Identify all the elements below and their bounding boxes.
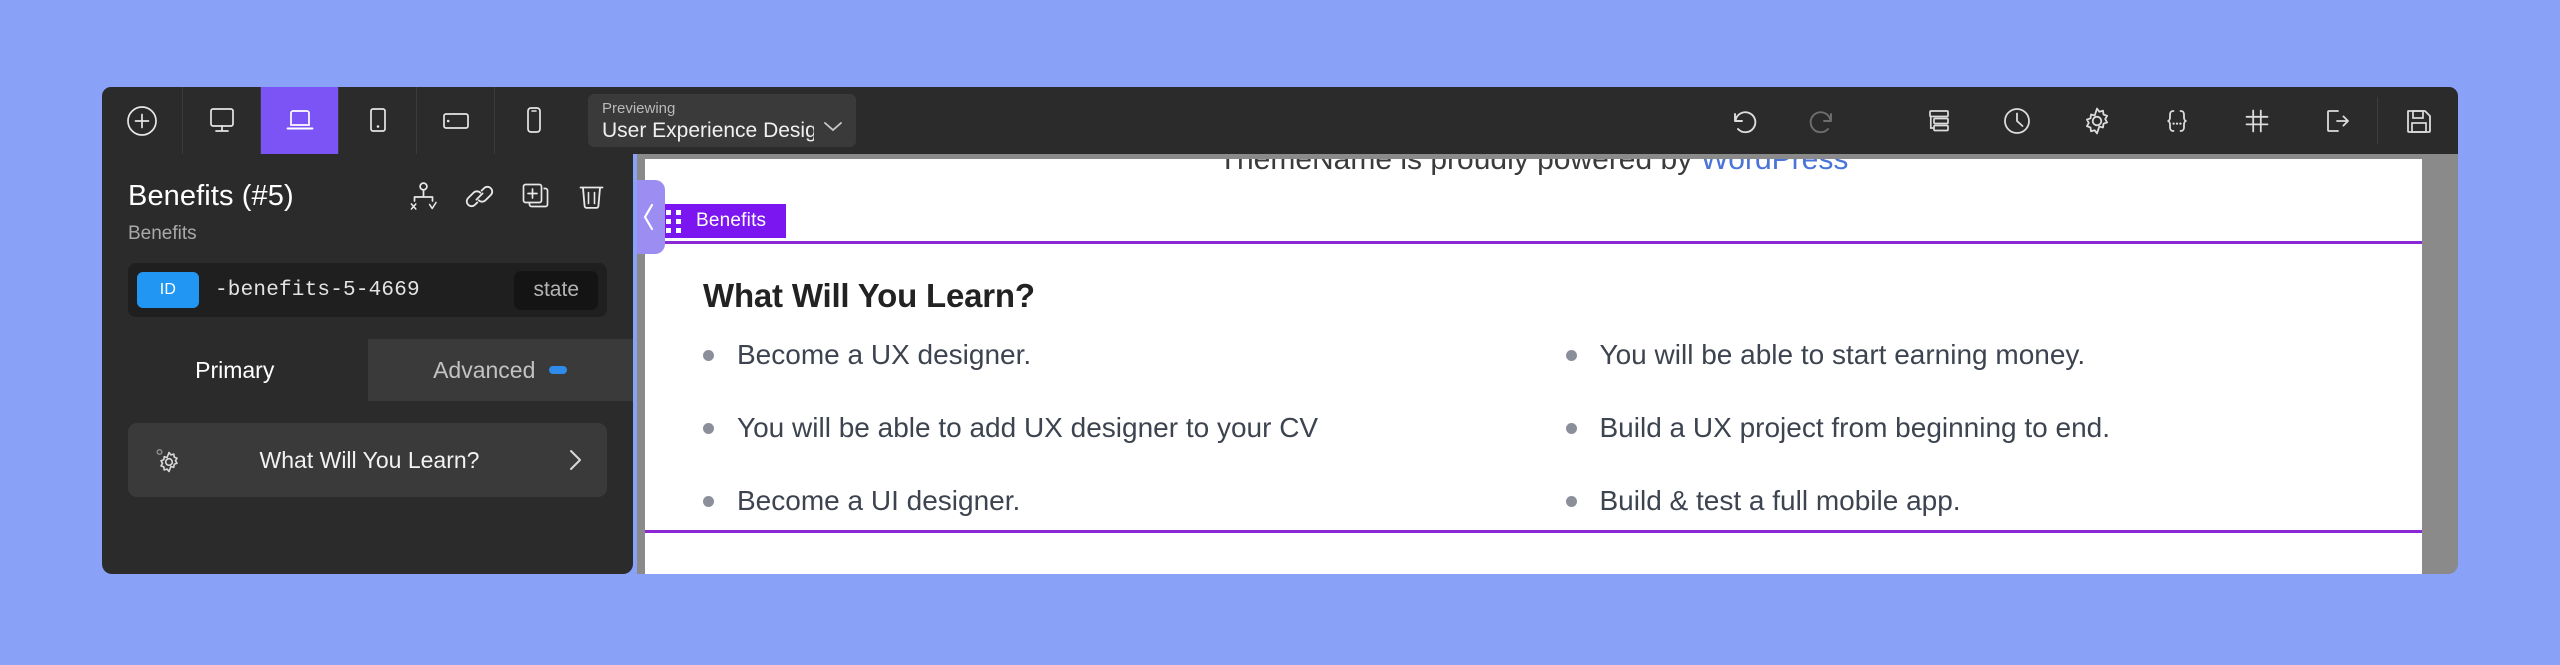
benefits-column-right: You will be able to start earning money.… bbox=[1534, 339, 2423, 558]
list-item-text: Become a UX designer. bbox=[737, 339, 1032, 370]
drag-handle-icon[interactable] bbox=[666, 209, 681, 233]
chevron-right-icon bbox=[565, 446, 585, 474]
grid-button[interactable] bbox=[2217, 87, 2297, 154]
tab-primary-label: Primary bbox=[195, 356, 275, 383]
bullet-dot-icon bbox=[1565, 496, 1577, 507]
panel-header: Benefits (#5) Benefits bbox=[102, 154, 633, 246]
list-item: Build & test a full mobile app. bbox=[1565, 485, 2423, 517]
delete-icon[interactable] bbox=[576, 181, 607, 212]
footer-credit-text: ThemeName is proudly powered by bbox=[1218, 159, 1701, 176]
preview-page-select[interactable]: Previewing User Experience Desig bbox=[588, 94, 856, 147]
chevron-down-icon bbox=[822, 119, 844, 138]
save-icon bbox=[2407, 109, 2431, 133]
bullet-dot-icon bbox=[1565, 423, 1577, 434]
gear-icon bbox=[2086, 107, 2108, 134]
clock-icon bbox=[2004, 107, 2030, 134]
mobile-icon bbox=[526, 106, 541, 133]
list-item: You will be able to add UX designer to y… bbox=[703, 412, 1534, 444]
list-item-text: Build a UX project from beginning to end… bbox=[1599, 412, 2111, 443]
section-label-badge[interactable]: Benefits bbox=[654, 204, 787, 238]
benefits-section[interactable]: What Will You Learn? Become a UX designe… bbox=[645, 241, 2422, 533]
canvas-scrollbar-track[interactable] bbox=[2422, 159, 2450, 574]
previewed-page: ThemeName is proudly powered by WordPres… bbox=[645, 159, 2422, 574]
add-section-button[interactable] bbox=[102, 87, 182, 154]
preview-canvas: ThemeName is proudly powered by WordPres… bbox=[637, 154, 2458, 574]
section-badge-label: Benefits bbox=[696, 210, 767, 231]
list-item: You will be able to start earning money. bbox=[1565, 339, 2423, 371]
panel-subtitle: Benefits bbox=[128, 223, 197, 244]
settings-panel: Benefits (#5) Benefits ID -benefits-5-46… bbox=[102, 154, 633, 574]
layers-icon bbox=[1929, 109, 1949, 131]
tab-advanced-label: Advanced bbox=[433, 356, 536, 383]
benefits-column-left: Become a UX designer. You will be able t… bbox=[645, 339, 1534, 558]
list-item-text: Build & test a full mobile app. bbox=[1599, 485, 1961, 516]
site-footer-credit: ThemeName is proudly powered by WordPres… bbox=[645, 159, 2422, 177]
id-value-input[interactable]: -benefits-5-4669 bbox=[215, 279, 514, 302]
redo-button[interactable] bbox=[1783, 87, 1863, 154]
undo-icon bbox=[1734, 110, 1757, 133]
toolbar-right-group bbox=[1703, 87, 2458, 154]
desktop-icon bbox=[209, 107, 234, 132]
plus-circle-icon bbox=[127, 105, 157, 136]
code-braces-icon bbox=[2167, 109, 2187, 132]
wordpress-link[interactable]: WordPress bbox=[1701, 159, 1849, 176]
canvas-scrollbar-thumb[interactable] bbox=[2422, 159, 2450, 574]
chevron-left-icon bbox=[643, 203, 654, 231]
device-tablet-landscape-button[interactable] bbox=[416, 87, 494, 154]
panel-tabs: Primary Advanced bbox=[102, 339, 633, 401]
list-item-text: Become a UI designer. bbox=[737, 485, 1021, 516]
bullet-dot-icon bbox=[703, 350, 714, 361]
element-id-row: ID -benefits-5-4669 state bbox=[128, 263, 607, 317]
bullet-dot-icon bbox=[1565, 350, 1577, 361]
toolbar-left-group: Previewing User Experience Desig bbox=[102, 87, 856, 154]
editor-root: Previewing User Experience Desig Benefit… bbox=[0, 0, 2560, 665]
exit-icon bbox=[2327, 109, 2349, 132]
device-mobile-button[interactable] bbox=[494, 87, 572, 154]
preview-select-value: User Experience Desig bbox=[602, 118, 814, 142]
duplicate-icon[interactable] bbox=[520, 181, 551, 212]
tab-advanced-badge bbox=[549, 366, 568, 374]
id-badge[interactable]: ID bbox=[137, 272, 199, 308]
device-desktop-button[interactable] bbox=[182, 87, 260, 154]
list-item-text: You will be able to add UX designer to y… bbox=[737, 412, 1319, 443]
preview-select-label: Previewing bbox=[602, 99, 676, 117]
panel-option-list: What Will You Learn? bbox=[102, 401, 633, 497]
history-button[interactable] bbox=[1977, 87, 2057, 154]
settings-button[interactable] bbox=[2057, 87, 2137, 154]
option-label: What Will You Learn? bbox=[259, 446, 480, 473]
top-toolbar: Previewing User Experience Desig bbox=[102, 87, 2458, 154]
undo-button[interactable] bbox=[1703, 87, 1783, 154]
save-button[interactable] bbox=[2378, 87, 2458, 154]
link-icon[interactable] bbox=[464, 181, 495, 212]
section-heading: What Will You Learn? bbox=[703, 277, 1035, 314]
laptop-icon bbox=[286, 109, 313, 129]
collapse-panel-handle[interactable] bbox=[637, 180, 665, 254]
option-row-what-will-you-learn[interactable]: What Will You Learn? bbox=[128, 423, 607, 497]
structure-button[interactable] bbox=[1897, 87, 1977, 154]
redo-icon bbox=[1809, 110, 1832, 133]
benefits-columns: Become a UX designer. You will be able t… bbox=[645, 339, 2422, 558]
grid-icon bbox=[2245, 109, 2269, 132]
tab-primary[interactable]: Primary bbox=[102, 339, 368, 401]
list-item: Build a UX project from beginning to end… bbox=[1565, 412, 2423, 444]
tablet-icon bbox=[369, 107, 386, 132]
device-tablet-button[interactable] bbox=[338, 87, 416, 154]
bullet-dot-icon bbox=[703, 423, 714, 434]
tab-advanced[interactable]: Advanced bbox=[368, 339, 634, 401]
state-button[interactable]: state bbox=[514, 270, 598, 310]
custom-code-button[interactable] bbox=[2137, 87, 2217, 154]
panel-header-actions bbox=[408, 181, 607, 212]
bullet-dot-icon bbox=[703, 496, 714, 507]
list-item: Become a UI designer. bbox=[703, 485, 1534, 517]
list-item: Become a UX designer. bbox=[703, 339, 1534, 371]
device-laptop-button[interactable] bbox=[260, 87, 338, 154]
ab-test-icon[interactable] bbox=[408, 181, 439, 212]
list-item-text: You will be able to start earning money. bbox=[1599, 339, 2086, 370]
tablet-landscape-icon bbox=[442, 112, 469, 129]
exit-button[interactable] bbox=[2297, 87, 2377, 154]
toolbar-gap bbox=[1863, 87, 1897, 154]
